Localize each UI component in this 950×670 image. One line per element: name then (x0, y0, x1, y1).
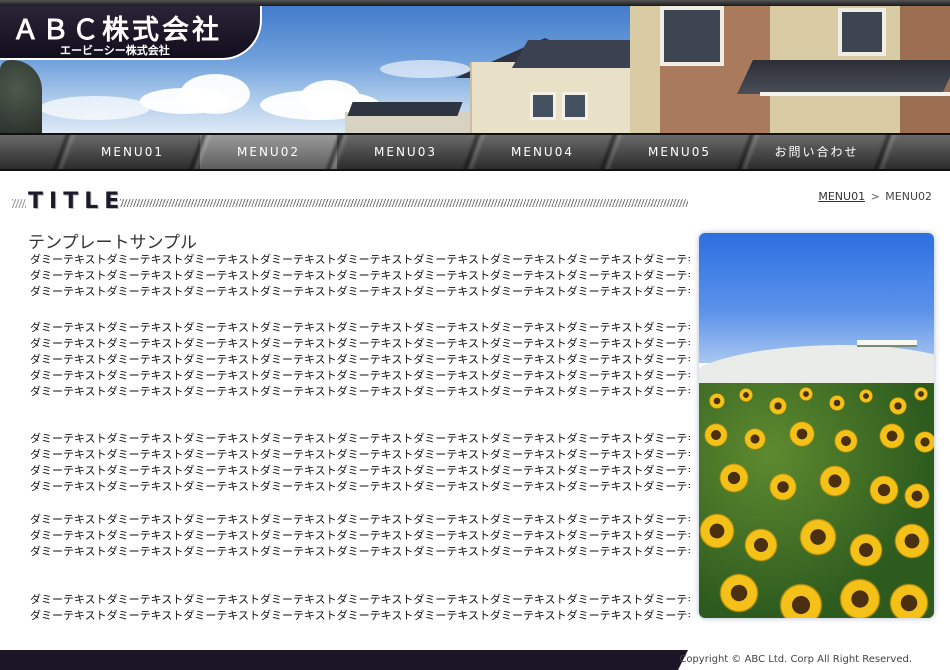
paragraph-line: ダミーテキストダミーテキストダミーテキストダミーテキストダミーテキストダミーテキ… (30, 464, 690, 477)
title-decoration-left (12, 199, 26, 208)
sunflower-photo (699, 233, 934, 618)
nav-item-3[interactable]: MENU03 (337, 135, 474, 169)
sunflower (914, 431, 934, 453)
breadcrumb-link-menu01[interactable]: MENU01 (818, 190, 865, 203)
sunflower (914, 387, 928, 401)
house-small-roof (347, 102, 463, 116)
title-decoration-right (120, 199, 688, 207)
sunflower (769, 473, 797, 501)
sunflower (789, 421, 815, 447)
sunflower (779, 583, 823, 618)
paragraph: ダミーテキストダミーテキストダミーテキストダミーテキストダミーテキストダミーテキ… (30, 592, 690, 624)
sunflower (744, 528, 778, 562)
sunflower (879, 423, 905, 449)
paragraph-line: ダミーテキストダミーテキストダミーテキストダミーテキストダミーテキストダミーテキ… (30, 285, 690, 298)
sunflower (859, 389, 873, 403)
paragraph-line: ダミーテキストダミーテキストダミーテキストダミーテキストダミーテキストダミーテキ… (30, 609, 690, 622)
paragraph-line: ダミーテキストダミーテキストダミーテキストダミーテキストダミーテキストダミーテキ… (30, 337, 690, 350)
paragraph-line: ダミーテキストダミーテキストダミーテキストダミーテキストダミーテキストダミーテキ… (30, 253, 690, 266)
header-banner: ＡＢＣ株式会社 エービーシー株式会社 (0, 0, 950, 133)
sunflower (889, 583, 929, 618)
sunflower (699, 513, 735, 549)
logo-subtitle: エービーシー株式会社 (60, 44, 170, 57)
sunflower (819, 465, 851, 497)
sunflower (834, 429, 858, 453)
breadcrumb: MENU01 > MENU02 (818, 190, 932, 203)
sunflower (829, 395, 845, 411)
tree (0, 60, 42, 133)
sunflower (744, 428, 766, 450)
paragraph: ダミーテキストダミーテキストダミーテキストダミーテキストダミーテキストダミーテキ… (30, 252, 690, 300)
sunflower (894, 523, 930, 559)
sunflower (739, 388, 753, 402)
paragraph: ダミーテキストダミーテキストダミーテキストダミーテキストダミーテキストダミーテキ… (30, 431, 690, 495)
paragraph-line: ダミーテキストダミーテキストダミーテキストダミーテキストダミーテキストダミーテキ… (30, 529, 690, 542)
nav-item-4[interactable]: MENU04 (474, 135, 611, 169)
paragraph-line: ダミーテキストダミーテキストダミーテキストダミーテキストダミーテキストダミーテキ… (30, 353, 690, 366)
footer: Copyright © ABC Ltd. Corp All Right Rese… (0, 650, 950, 670)
house-window (562, 92, 588, 120)
paragraph-line: ダミーテキストダミーテキストダミーテキストダミーテキストダミーテキストダミーテキ… (30, 432, 690, 445)
main-nav: MENU01 MENU02 MENU03 MENU04 MENU05 お問い合わせ (0, 133, 950, 171)
paragraph-line: ダミーテキストダミーテキストダミーテキストダミーテキストダミーテキストダミーテキ… (30, 593, 690, 606)
paragraph-line: ダミーテキストダミーテキストダミーテキストダミーテキストダミーテキストダミーテキ… (30, 448, 690, 461)
house-awning-edge (760, 92, 950, 96)
page-heading: テンプレートサンプル (28, 233, 197, 253)
sunflower (839, 578, 881, 618)
section-title: TITLE (28, 189, 126, 214)
sunflower (719, 573, 759, 613)
cloud (180, 74, 250, 114)
logo[interactable]: ＡＢＣ株式会社 エービーシー株式会社 (0, 6, 262, 60)
footer-copyright: Copyright © ABC Ltd. Corp All Right Rese… (679, 654, 912, 665)
photo-sunflower-field (699, 383, 934, 618)
house-window (660, 6, 724, 66)
sunflower (889, 397, 907, 415)
sunflower (849, 533, 883, 567)
nav-item-6[interactable]: お問い合わせ (748, 135, 885, 169)
paragraph-line: ダミーテキストダミーテキストダミーテキストダミーテキストダミーテキストダミーテキ… (30, 480, 690, 493)
breadcrumb-separator: > (870, 190, 880, 203)
cloud (40, 96, 150, 120)
paragraph: ダミーテキストダミーテキストダミーテキストダミーテキストダミーテキストダミーテキ… (30, 512, 690, 560)
paragraph-line: ダミーテキストダミーテキストダミーテキストダミーテキストダミーテキストダミーテキ… (30, 321, 690, 334)
sunflower (704, 423, 728, 447)
sunflower (869, 475, 899, 505)
nav-item-1[interactable]: MENU01 (64, 135, 201, 169)
photo-barn (857, 340, 917, 347)
paragraph-line: ダミーテキストダミーテキストダミーテキストダミーテキストダミーテキストダミーテキ… (30, 545, 690, 558)
nav-item-5[interactable]: MENU05 (611, 135, 748, 169)
paragraph-line: ダミーテキストダミーテキストダミーテキストダミーテキストダミーテキストダミーテキ… (30, 385, 690, 398)
sunflower (709, 393, 725, 409)
paragraph-line: ダミーテキストダミーテキストダミーテキストダミーテキストダミーテキストダミーテキ… (30, 369, 690, 382)
sunflower (799, 518, 837, 556)
breadcrumb-current: MENU02 (885, 190, 932, 203)
sunflower (769, 397, 787, 415)
house-awning (737, 60, 950, 94)
house-window (838, 8, 886, 56)
nav-item-2[interactable]: MENU02 (200, 135, 337, 169)
house-window (530, 92, 556, 120)
paragraph: ダミーテキストダミーテキストダミーテキストダミーテキストダミーテキストダミーテキ… (30, 320, 690, 400)
sunflower (719, 463, 749, 493)
paragraph-line: ダミーテキストダミーテキストダミーテキストダミーテキストダミーテキストダミーテキ… (30, 269, 690, 282)
sunflower (799, 387, 813, 401)
paragraph-line: ダミーテキストダミーテキストダミーテキストダミーテキストダミーテキストダミーテキ… (30, 513, 690, 526)
sunflower (904, 483, 930, 509)
